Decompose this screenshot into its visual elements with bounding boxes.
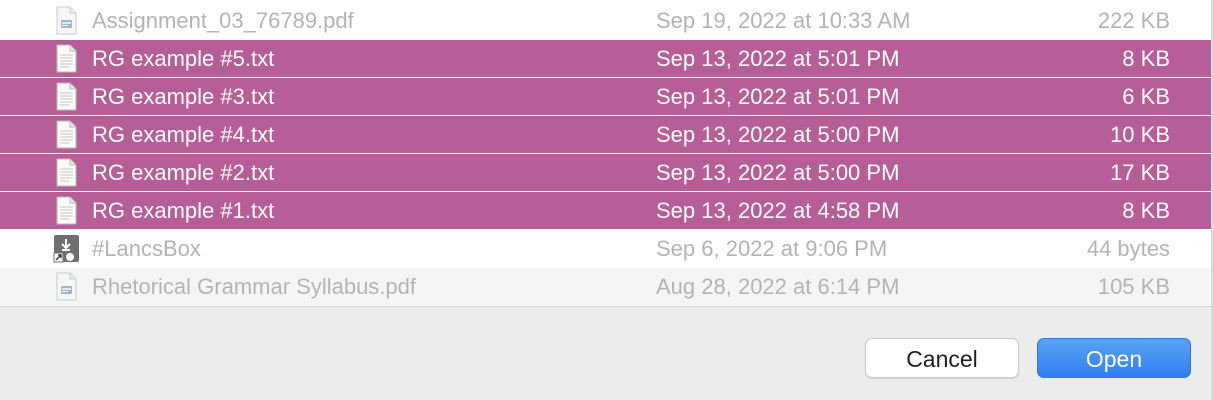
text-document-icon bbox=[52, 120, 80, 149]
pdf-document-icon bbox=[52, 272, 80, 301]
file-name: RG example #5.txt bbox=[92, 46, 275, 71]
open-button[interactable]: Open bbox=[1037, 338, 1191, 378]
file-date-modified: Sep 13, 2022 at 4:58 PM bbox=[656, 198, 900, 223]
file-size: 10 KB bbox=[1110, 122, 1170, 147]
file-row[interactable]: RG example #2.txt Sep 13, 2022 at 5:00 PM… bbox=[0, 154, 1214, 191]
file-list[interactable]: Assignment_03_76789.pdf Sep 19, 2022 at 1… bbox=[0, 0, 1214, 306]
file-row[interactable]: RG example #1.txt Sep 13, 2022 at 4:58 PM… bbox=[0, 192, 1214, 229]
file-row[interactable]: RG example #3.txt Sep 13, 2022 at 5:01 PM… bbox=[0, 78, 1214, 115]
file-name: RG example #1.txt bbox=[92, 198, 275, 223]
file-size: 222 KB bbox=[1097, 8, 1170, 33]
text-document-icon bbox=[52, 196, 80, 225]
pdf-document-icon bbox=[52, 6, 80, 35]
file-size: 8 KB bbox=[1122, 46, 1170, 71]
text-document-icon bbox=[52, 158, 80, 187]
file-row[interactable]: RG example #5.txt Sep 13, 2022 at 5:01 PM… bbox=[0, 40, 1214, 77]
text-document-icon bbox=[52, 82, 80, 111]
file-name: Assignment_03_76789.pdf bbox=[92, 8, 354, 33]
file-name: Rhetorical Grammar Syllabus.pdf bbox=[92, 274, 417, 299]
file-name: RG example #4.txt bbox=[92, 122, 275, 147]
file-name: RG example #2.txt bbox=[92, 160, 275, 185]
file-date-modified: Sep 13, 2022 at 5:01 PM bbox=[656, 84, 900, 109]
cancel-button[interactable]: Cancel bbox=[865, 338, 1019, 378]
file-name: #LancsBox bbox=[92, 236, 201, 261]
file-size: 8 KB bbox=[1122, 198, 1170, 223]
file-row[interactable]: #LancsBox Sep 6, 2022 at 9:06 PM 44 bytes bbox=[0, 230, 1214, 267]
file-date-modified: Aug 28, 2022 at 6:14 PM bbox=[656, 274, 900, 299]
file-date-modified: Sep 13, 2022 at 5:00 PM bbox=[656, 160, 900, 185]
file-row[interactable]: RG example #4.txt Sep 13, 2022 at 5:00 PM… bbox=[0, 116, 1214, 153]
alias-document-icon bbox=[52, 234, 80, 263]
file-size: 17 KB bbox=[1110, 160, 1170, 185]
file-size: 44 bytes bbox=[1086, 236, 1170, 261]
file-size: 6 KB bbox=[1122, 84, 1170, 109]
dialog-footer: Cancel Open bbox=[0, 306, 1214, 400]
file-row[interactable]: Assignment_03_76789.pdf Sep 19, 2022 at 1… bbox=[0, 2, 1214, 39]
file-date-modified: Sep 19, 2022 at 10:33 AM bbox=[656, 8, 911, 33]
file-row[interactable]: Rhetorical Grammar Syllabus.pdf Aug 28, 2… bbox=[0, 268, 1214, 305]
file-name: RG example #3.txt bbox=[92, 84, 275, 109]
text-document-icon bbox=[52, 44, 80, 73]
file-date-modified: Sep 13, 2022 at 5:01 PM bbox=[656, 46, 900, 71]
file-size: 105 KB bbox=[1097, 274, 1170, 299]
file-date-modified: Sep 6, 2022 at 9:06 PM bbox=[656, 236, 888, 261]
file-date-modified: Sep 13, 2022 at 5:00 PM bbox=[656, 122, 900, 147]
